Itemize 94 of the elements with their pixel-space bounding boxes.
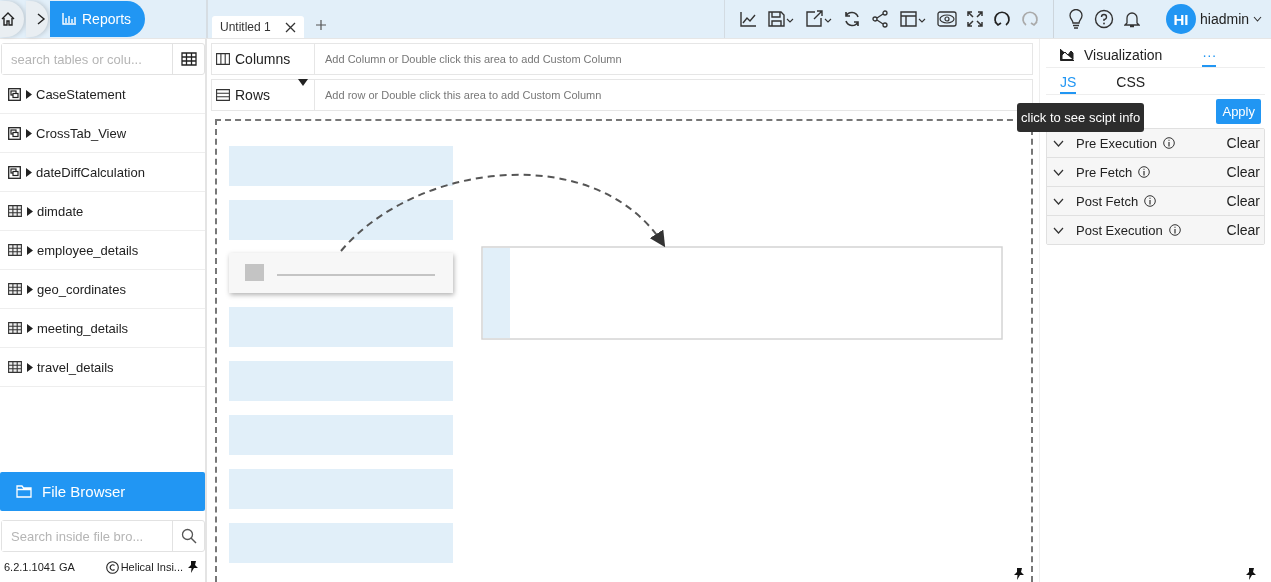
table-list-item[interactable]: CaseStatement — [0, 75, 205, 114]
copyright-icon — [105, 560, 119, 574]
chevron-down-icon[interactable] — [1053, 168, 1064, 176]
view-icon — [8, 165, 21, 179]
layout-menu-icon[interactable] — [899, 10, 927, 28]
rows-icon — [216, 89, 230, 101]
shelf-label: Columns — [235, 51, 291, 67]
table-list-item[interactable]: employee_details — [0, 231, 205, 270]
table-list-item[interactable]: geo_cordinates — [0, 270, 205, 309]
clear-button[interactable]: Clear — [1226, 193, 1260, 209]
export-menu-icon[interactable] — [805, 10, 833, 28]
add-tab-icon[interactable] — [315, 20, 326, 30]
search-icon — [180, 528, 197, 544]
panel-tab[interactable]: Visualization — [1060, 45, 1163, 67]
caret-icon — [1253, 16, 1263, 22]
table-list-item[interactable]: dateDiffCalculation — [0, 153, 205, 192]
version-label: 6.2.1.1041 GA — [4, 561, 75, 573]
table-name: employee_details — [37, 242, 139, 258]
chevron-right-icon — [36, 13, 46, 25]
table-name: meeting_details — [37, 320, 129, 336]
home-icon — [0, 11, 16, 27]
pin-icon[interactable] — [187, 561, 199, 573]
table-list-item[interactable]: CrossTab_View — [0, 114, 205, 153]
refresh-icon[interactable] — [843, 10, 861, 28]
folder-icon — [16, 485, 32, 498]
info-icon[interactable] — [1162, 137, 1175, 149]
chevron-down-icon[interactable] — [1053, 139, 1064, 147]
table-icon — [8, 283, 22, 295]
chevron-down-icon[interactable] — [1053, 197, 1064, 205]
view-icon — [8, 126, 21, 140]
lightbulb-icon[interactable] — [1068, 9, 1084, 29]
chevron-button[interactable] — [26, 1, 48, 37]
table-name: CaseStatement — [36, 86, 126, 102]
copyright-label: Helical Insi... — [120, 561, 183, 573]
clear-button[interactable]: Clear — [1226, 222, 1260, 238]
table-list-item[interactable]: meeting_details — [0, 309, 205, 348]
table-icon — [8, 322, 22, 334]
editor-tab[interactable]: Untitled 1 — [212, 16, 304, 38]
caret-right-icon[interactable] — [26, 362, 33, 372]
home-button[interactable] — [0, 1, 24, 37]
caret-right-icon[interactable] — [26, 245, 33, 255]
script-section-title: Pre Fetch — [1076, 164, 1133, 180]
caret-right-icon[interactable] — [26, 323, 33, 333]
table-icon — [8, 205, 22, 217]
shelf-label: Rows — [235, 87, 270, 103]
table-list-item[interactable]: dimdate — [0, 192, 205, 231]
line-chart-icon[interactable] — [739, 10, 757, 28]
pin-icon[interactable] — [1245, 568, 1257, 580]
table-icon — [8, 244, 22, 256]
table-name: dimdate — [37, 203, 84, 219]
drop-zone[interactable]: Add Column or Double click this area to add Custom Column — [315, 44, 1032, 74]
share-icon[interactable] — [871, 10, 889, 28]
view-icon — [8, 87, 21, 101]
caret-right-icon[interactable] — [25, 128, 32, 138]
caret-down-icon[interactable] — [298, 79, 308, 86]
file-search-field[interactable]: Search inside file bro... — [1, 520, 205, 552]
caret-right-icon[interactable] — [25, 167, 32, 177]
script-section-title: Post Fetch — [1076, 193, 1139, 209]
fullscreen-icon[interactable] — [967, 11, 983, 27]
script-section-title: Post Execution — [1076, 222, 1163, 238]
undo-icon[interactable] — [993, 10, 1011, 28]
eye-icon[interactable] — [937, 11, 957, 27]
info-icon[interactable] — [1144, 195, 1157, 207]
caret-right-icon[interactable] — [26, 284, 33, 294]
info-icon[interactable] — [1168, 224, 1181, 236]
clear-button[interactable]: Clear — [1226, 135, 1260, 151]
chevron-down-icon[interactable] — [1053, 226, 1064, 234]
close-icon[interactable] — [284, 21, 296, 33]
clear-button[interactable]: Clear — [1226, 164, 1260, 180]
table-name: CrossTab_View — [36, 125, 127, 141]
tooltip: click to see scipt info — [1017, 103, 1145, 132]
grid-icon — [180, 52, 197, 66]
code-tab[interactable]: CSS — [1116, 71, 1146, 94]
user-avatar: HI — [1166, 4, 1196, 34]
info-icon[interactable] — [1138, 166, 1151, 178]
table-search-field[interactable]: search tables or colu... — [1, 43, 205, 75]
table-list-item[interactable]: travel_details — [0, 348, 205, 387]
table-name: geo_cordinates — [37, 281, 126, 297]
table-name: dateDiffCalculation — [36, 164, 145, 180]
help-icon[interactable] — [1094, 9, 1114, 29]
caret-right-icon[interactable] — [26, 206, 33, 216]
caret-right-icon[interactable] — [25, 89, 32, 99]
user-menu[interactable]: HI hiadmin — [1166, 4, 1263, 34]
bell-icon[interactable] — [1124, 10, 1140, 28]
tab-title: Untitled 1 — [220, 20, 271, 34]
save-menu-icon[interactable] — [767, 10, 795, 28]
user-name: hiadmin — [1200, 11, 1250, 27]
table-icon — [8, 361, 22, 373]
script-section-title: Pre Execution — [1076, 135, 1157, 151]
columns-icon — [216, 53, 230, 65]
bar-chart-icon — [62, 13, 76, 25]
area-chart-icon — [1060, 49, 1074, 61]
pin-icon[interactable] — [1013, 568, 1025, 580]
table-name: travel_details — [37, 359, 114, 375]
